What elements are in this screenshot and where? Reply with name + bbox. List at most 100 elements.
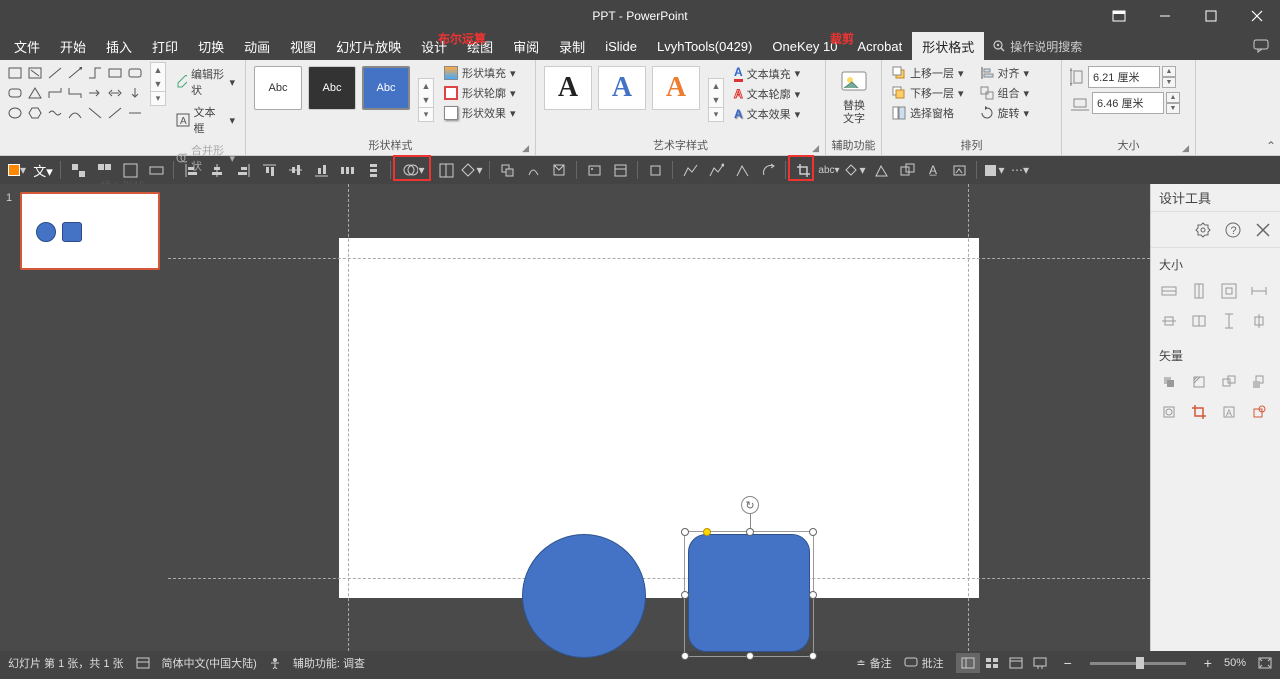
vector-tool-6[interactable] (1189, 402, 1209, 422)
scroll-down-icon[interactable]: ▼ (151, 77, 165, 91)
scroll-up-icon[interactable]: ▲ (151, 63, 165, 77)
menu-print[interactable]: 打印 (142, 32, 188, 60)
qat-align-middle-icon[interactable] (284, 159, 306, 181)
canvas-area[interactable]: ↻ (168, 184, 1150, 651)
qat-btn-d[interactable] (522, 159, 544, 181)
menu-acrobat[interactable]: Acrobat (847, 32, 912, 60)
settings-icon[interactable] (1194, 221, 1212, 239)
menu-lvyhtools[interactable]: LvyhTools(0429) (647, 32, 762, 60)
ribbon-display-options-icon[interactable] (1096, 0, 1142, 32)
adjustment-handle[interactable] (703, 528, 711, 536)
circle-shape[interactable] (522, 534, 646, 658)
vector-tool-2[interactable] (1189, 372, 1209, 392)
menu-islide[interactable]: iSlide (595, 32, 647, 60)
language[interactable]: 简体中文(中国大陆) (162, 655, 257, 671)
selection-pane-button[interactable]: 选择窗格 (888, 104, 968, 122)
resize-handle-w[interactable] (681, 591, 689, 599)
style-thumb-2[interactable]: Abc (308, 66, 356, 110)
qat-btn-a[interactable] (435, 159, 457, 181)
qat-crop-button[interactable] (792, 159, 814, 181)
size-tool-7[interactable] (1219, 311, 1239, 331)
size-tool-6[interactable] (1189, 311, 1209, 331)
scroll-down-icon[interactable]: ▼ (419, 93, 433, 107)
menu-slideshow[interactable]: 幻灯片放映 (326, 32, 411, 60)
qat-btn-1[interactable] (67, 159, 89, 181)
gallery-more-icon[interactable]: ▾ (419, 107, 433, 121)
zoom-thumb[interactable] (1136, 657, 1144, 669)
qat-align-bottom-icon[interactable] (310, 159, 332, 181)
text-effects-button[interactable]: A文本效果 ▾ (730, 105, 804, 123)
resize-handle-nw[interactable] (681, 528, 689, 536)
wordart-3[interactable]: A (652, 66, 700, 110)
shape-line2-icon[interactable] (66, 64, 84, 82)
vector-tool-8[interactable] (1249, 402, 1269, 422)
shape-gallery[interactable] (4, 62, 146, 124)
qat-boolean-ops-button[interactable]: ▾ (397, 159, 431, 181)
resize-handle-se[interactable] (809, 652, 817, 660)
resize-handle-ne[interactable] (809, 528, 817, 536)
shape-round-rect-icon[interactable] (6, 84, 24, 102)
slide-thumbnail-1[interactable]: 1 (6, 192, 162, 270)
shape-outline-button[interactable]: 形状轮廓 ▾ (440, 84, 520, 102)
qat-btn-q[interactable]: A̲ (922, 159, 944, 181)
rotate-handle-icon[interactable]: ↻ (741, 496, 759, 514)
text-outline-button[interactable]: A文本轮廓 ▾ (730, 85, 804, 103)
size-tool-5[interactable] (1159, 311, 1179, 331)
qat-btn-s[interactable]: ▾ (983, 159, 1005, 181)
shape-doublearrow-icon[interactable] (106, 84, 124, 102)
vector-tool-5[interactable] (1159, 402, 1179, 422)
qat-btn-i[interactable] (679, 159, 701, 181)
shape-wave-icon[interactable] (46, 104, 64, 122)
accessibility-status[interactable]: 辅助功能: 调查 (293, 655, 365, 671)
zoom-out-icon[interactable]: − (1064, 655, 1072, 671)
wordart-2[interactable]: A (598, 66, 646, 110)
shape-gallery-scroll[interactable]: ▲ ▼ ▾ (150, 62, 166, 106)
width-value[interactable]: 6.46 厘米 (1092, 92, 1164, 114)
height-value[interactable]: 6.21 厘米 (1088, 66, 1160, 88)
zoom-in-icon[interactable]: + (1204, 655, 1212, 671)
menu-insert[interactable]: 插入 (96, 32, 142, 60)
normal-view-icon[interactable] (956, 653, 980, 673)
menu-transitions[interactable]: 切换 (188, 32, 234, 60)
group-button[interactable]: 组合 ▾ (976, 84, 1034, 102)
menu-review[interactable]: 审阅 (503, 32, 549, 60)
shape-line-icon[interactable] (46, 64, 64, 82)
gallery-more-icon[interactable]: ▾ (151, 91, 165, 105)
wordart-1[interactable]: A (544, 66, 592, 110)
size-tool-8[interactable] (1249, 311, 1269, 331)
lang-icon[interactable] (136, 657, 150, 669)
qat-btn-h[interactable] (644, 159, 666, 181)
vector-tool-1[interactable] (1159, 372, 1179, 392)
text-box-button[interactable]: A文本框 ▾ (172, 102, 239, 138)
qat-btn-p[interactable] (896, 159, 918, 181)
send-backward-button[interactable]: 下移一层 ▾ (888, 84, 968, 102)
slide-canvas[interactable] (339, 238, 979, 598)
qat-btn-f[interactable] (583, 159, 605, 181)
resize-handle-e[interactable] (809, 591, 817, 599)
close-icon[interactable] (1234, 0, 1280, 32)
resize-handle-sw[interactable] (681, 652, 689, 660)
help-icon[interactable]: ? (1224, 221, 1242, 239)
shape-rect4-icon[interactable] (126, 64, 144, 82)
qat-btn-2[interactable] (93, 159, 115, 181)
dialog-launcher-icon[interactable]: ◢ (522, 143, 529, 154)
vector-tool-7[interactable]: A (1219, 402, 1239, 422)
style-thumb-3[interactable]: Abc (362, 66, 410, 110)
qat-btn-n[interactable]: ▾ (844, 159, 866, 181)
accessibility-icon[interactable] (269, 657, 281, 669)
scroll-up-icon[interactable]: ▲ (419, 79, 433, 93)
collapse-ribbon-icon[interactable]: ⌃ (1266, 139, 1276, 153)
bring-forward-button[interactable]: 上移一层 ▾ (888, 64, 968, 82)
slideshow-view-icon[interactable] (1028, 653, 1052, 673)
qat-btn-o[interactable] (870, 159, 892, 181)
minimize-icon[interactable] (1142, 0, 1188, 32)
wordart-gallery[interactable]: A A A (540, 62, 704, 114)
shape-curve-icon[interactable] (66, 104, 84, 122)
shape-triangle-icon[interactable] (26, 84, 44, 102)
vector-tool-4[interactable] (1249, 372, 1269, 392)
qat-btn-r[interactable] (948, 159, 970, 181)
style-gallery-scroll[interactable]: ▲ ▼ ▾ (418, 78, 434, 122)
tell-me-search[interactable]: 操作说明搜索 (992, 38, 1082, 55)
menu-file[interactable]: 文件 (4, 32, 50, 60)
resize-handle-s[interactable] (746, 652, 754, 660)
